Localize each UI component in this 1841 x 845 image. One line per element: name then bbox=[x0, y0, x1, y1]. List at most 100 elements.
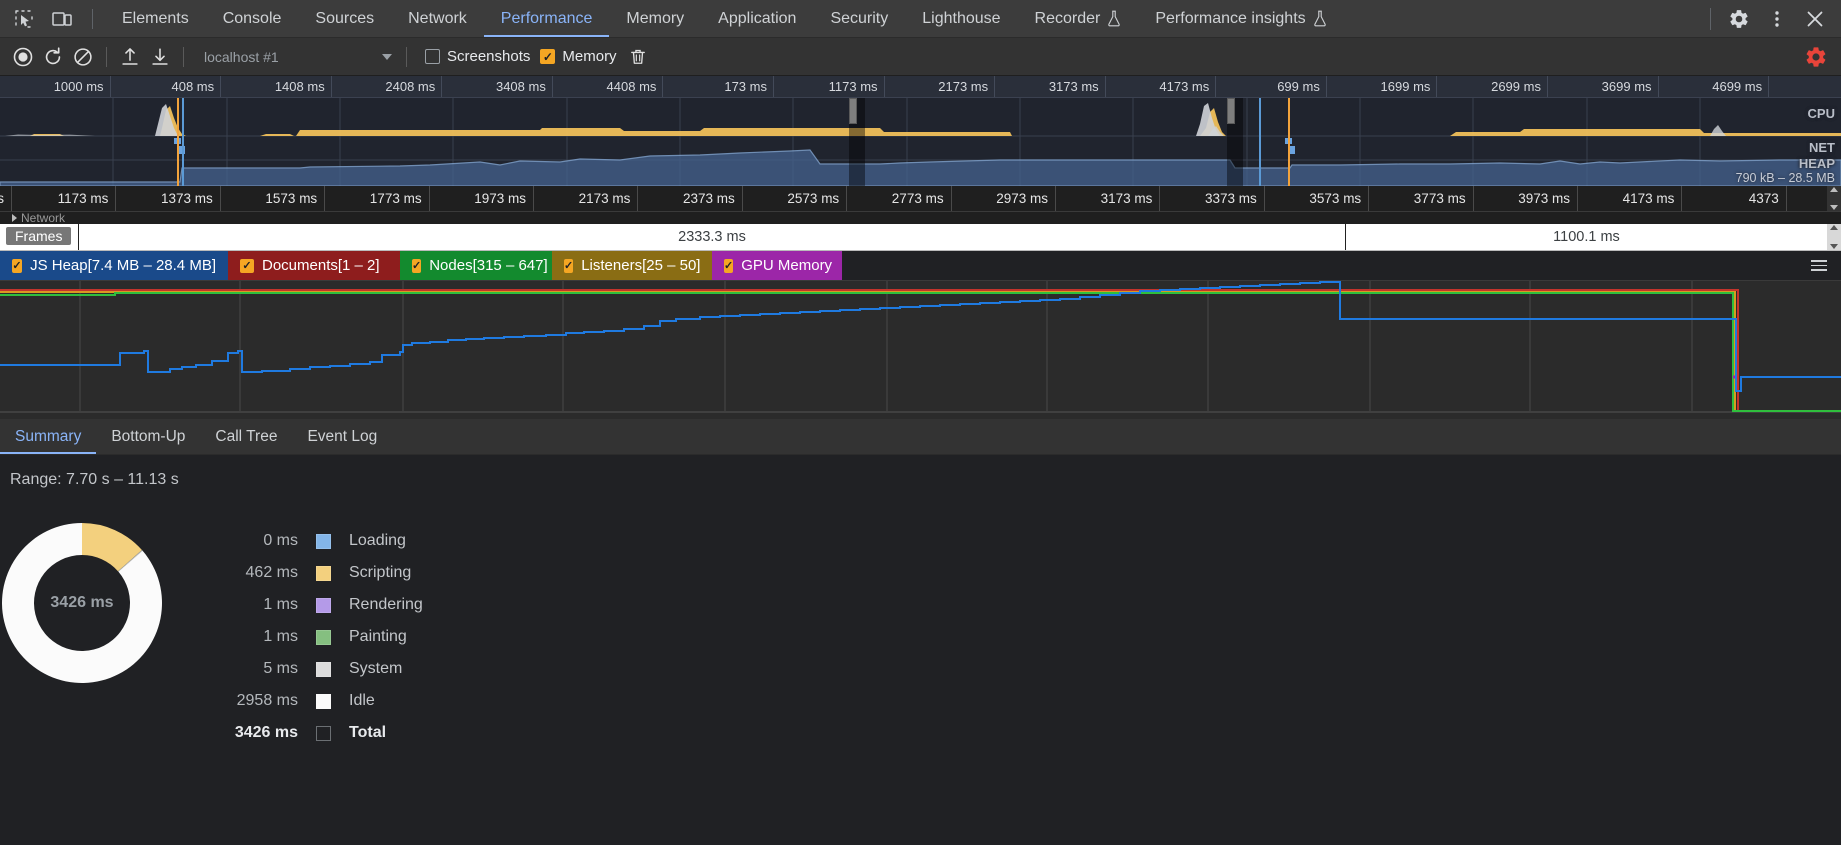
more-vertical-icon[interactable] bbox=[1763, 5, 1791, 33]
tab-label: Performance bbox=[500, 9, 593, 27]
summary-row-label: System bbox=[349, 660, 403, 677]
counter-chip-nodes[interactable]: ✓ Nodes[315 – 647] bbox=[400, 251, 552, 280]
tab-performance[interactable]: Performance bbox=[483, 0, 610, 37]
overview-marker-orange-2 bbox=[1288, 98, 1290, 186]
summary-row-label: Idle bbox=[349, 692, 375, 709]
tab-performance-insights[interactable]: Performance insights bbox=[1138, 0, 1343, 37]
counter-chip-listeners[interactable]: ✓ Listeners[25 – 50] bbox=[552, 251, 712, 280]
save-profile-icon[interactable] bbox=[145, 43, 175, 71]
detail-tick: 73 ms bbox=[0, 186, 12, 211]
profile-select[interactable]: localhost #1 bbox=[198, 45, 398, 69]
detail-tab-summary[interactable]: Summary bbox=[0, 419, 97, 454]
overview-svg bbox=[0, 98, 1841, 186]
frame-segment[interactable]: 2333.3 ms bbox=[78, 224, 1345, 250]
overview-dim-left bbox=[849, 98, 865, 186]
reload-record-icon[interactable] bbox=[38, 43, 68, 71]
activity-donut-chart[interactable]: 3426 ms bbox=[0, 503, 182, 703]
overview-tick: 1173 ms bbox=[774, 76, 885, 97]
controlbar-divider-3 bbox=[406, 46, 407, 67]
collect-garbage-icon[interactable] bbox=[623, 43, 653, 71]
summary-row: 3426 ms Total bbox=[196, 717, 423, 749]
detail-tab-call-tree[interactable]: Call Tree bbox=[200, 419, 292, 454]
chevron-up-icon-frames[interactable] bbox=[1830, 225, 1838, 230]
detail-tick: 4373 bbox=[1682, 186, 1787, 211]
panel-tabs: Elements Console Sources Network Performance… bbox=[105, 0, 1710, 37]
network-track-header[interactable]: Network bbox=[0, 212, 1841, 224]
tab-label: Lighthouse bbox=[922, 9, 1001, 27]
tab-sources[interactable]: Sources bbox=[298, 0, 391, 37]
counter-label: Nodes[315 – 647] bbox=[429, 257, 548, 274]
counter-chip-gpu-memory[interactable]: ✓ GPU Memory bbox=[712, 251, 842, 280]
chevron-up-icon[interactable] bbox=[1830, 187, 1838, 192]
detail-tab-event-log[interactable]: Event Log bbox=[292, 419, 392, 454]
detail-tick: 1973 ms bbox=[430, 186, 534, 211]
overview-marker-blue-1 bbox=[182, 98, 184, 186]
summary-row: 462 ms Scripting bbox=[196, 557, 423, 589]
overview-tick: 1408 ms bbox=[221, 76, 332, 97]
clear-icon[interactable] bbox=[68, 43, 98, 71]
tabbar-right-icons bbox=[1710, 0, 1841, 37]
tab-label: Elements bbox=[122, 9, 189, 27]
frames-tag[interactable]: Frames bbox=[6, 227, 72, 245]
overview-tick: 2173 ms bbox=[885, 76, 996, 97]
tab-lighthouse[interactable]: Lighthouse bbox=[905, 0, 1017, 37]
frames-track-row[interactable]: Frames 2333.3 ms 1100.1 ms bbox=[0, 224, 1841, 251]
detail-tick: 1173 ms bbox=[12, 186, 117, 211]
close-icon[interactable] bbox=[1801, 5, 1829, 33]
overview-graphs[interactable]: CPU NET HEAP 790 kB – 28.5 MB bbox=[0, 98, 1841, 186]
summary-row-swatch bbox=[316, 533, 331, 549]
tab-memory[interactable]: Memory bbox=[609, 0, 701, 37]
counter-checkbox[interactable]: ✓ bbox=[724, 258, 734, 273]
network-track-row[interactable]: Network bbox=[0, 212, 1841, 224]
tab-application[interactable]: Application bbox=[701, 0, 813, 37]
tab-elements[interactable]: Elements bbox=[105, 0, 206, 37]
memory-counters-chart[interactable] bbox=[0, 281, 1841, 419]
screenshots-checkbox[interactable]: Screenshots bbox=[425, 48, 530, 65]
summary-row: 1 ms Painting bbox=[196, 621, 423, 653]
detail-tab-bottom-up[interactable]: Bottom-Up bbox=[96, 419, 200, 454]
tab-console[interactable]: Console bbox=[206, 0, 299, 37]
counter-checkbox[interactable]: ✓ bbox=[240, 258, 254, 273]
tab-label: Security bbox=[830, 9, 889, 27]
tab-network[interactable]: Network bbox=[391, 0, 484, 37]
chevron-down-icon bbox=[382, 53, 392, 60]
counter-label: Documents[1 – 2] bbox=[262, 257, 380, 274]
chevron-down-icon-2[interactable] bbox=[1830, 205, 1838, 210]
donut-center-label: 3426 ms bbox=[50, 594, 114, 611]
chevron-down-icon-frames[interactable] bbox=[1830, 244, 1838, 249]
counter-chip-js-heap[interactable]: ✓ JS Heap[7.4 MB – 28.4 MB] bbox=[0, 251, 228, 280]
summary-row-label: Rendering bbox=[349, 596, 423, 613]
detail-view-tabs: Summary Bottom-Up Call Tree Event Log bbox=[0, 419, 1841, 455]
profile-select-value: localhost #1 bbox=[204, 48, 279, 65]
overview-tick: 3408 ms bbox=[442, 76, 553, 97]
memory-checkbox-box bbox=[540, 49, 556, 64]
detail-tick: 3573 ms bbox=[1265, 186, 1370, 211]
tabbar-left-icons bbox=[0, 0, 105, 37]
detail-tick: 3173 ms bbox=[1056, 186, 1161, 211]
frames-scroll-arrows[interactable] bbox=[1827, 224, 1841, 250]
summary-row-value: 1 ms bbox=[263, 596, 298, 613]
memory-counters-toolbar: ✓ JS Heap[7.4 MB – 28.4 MB] ✓ Documents[1 –… bbox=[0, 251, 1841, 281]
counter-checkbox[interactable]: ✓ bbox=[12, 258, 23, 273]
tab-recorder[interactable]: Recorder bbox=[1018, 0, 1139, 37]
device-toolbar-icon[interactable] bbox=[48, 5, 76, 33]
inspect-cursor-icon[interactable] bbox=[10, 5, 38, 33]
tabbar-divider bbox=[92, 8, 93, 29]
counters-menu-icon[interactable] bbox=[1797, 251, 1841, 280]
counter-chip-documents[interactable]: ✓ Documents[1 – 2] bbox=[228, 251, 400, 280]
timeline-overview[interactable]: 1000 ms 408 ms 1408 ms 2408 ms 3408 ms 4408 m… bbox=[0, 76, 1841, 186]
detail-scroll-arrows[interactable] bbox=[1827, 186, 1841, 211]
devtools-window: Elements Console Sources Network Performance… bbox=[0, 0, 1841, 845]
frame-segment[interactable]: 1100.1 ms bbox=[1345, 224, 1827, 250]
activity-legend: 0 ms Loading 462 ms Scripting 1 ms Rendering 1… bbox=[196, 525, 423, 749]
tab-security[interactable]: Security bbox=[813, 0, 905, 37]
load-profile-icon[interactable] bbox=[115, 43, 145, 71]
counter-checkbox[interactable]: ✓ bbox=[564, 258, 574, 273]
record-circle-icon[interactable] bbox=[8, 43, 38, 71]
memory-checkbox[interactable]: Memory bbox=[540, 48, 617, 65]
capture-settings-icon[interactable] bbox=[1801, 43, 1831, 71]
screenshots-label: Screenshots bbox=[447, 48, 531, 65]
gear-icon[interactable] bbox=[1725, 5, 1753, 33]
overview-marker-orange-1 bbox=[177, 98, 179, 186]
counter-checkbox[interactable]: ✓ bbox=[412, 258, 422, 273]
